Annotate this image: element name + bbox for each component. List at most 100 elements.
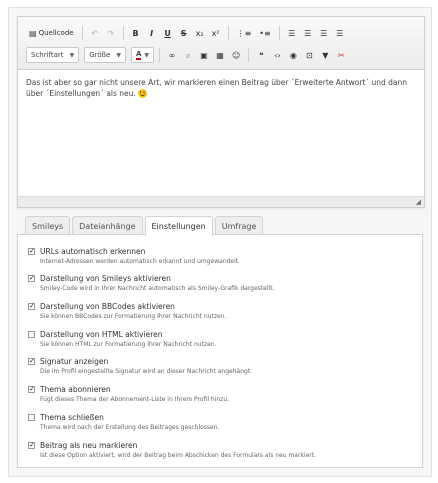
option-description: Die im Profil eingestellte Signatur wird… bbox=[40, 368, 253, 375]
option-label: Darstellung von Smileys aktivieren bbox=[40, 274, 171, 283]
image-icon: ▣ bbox=[200, 50, 208, 60]
option-description: Sie können HTML zur Formatierung Ihrer N… bbox=[40, 341, 217, 348]
tab-poll[interactable]: Umfrage bbox=[214, 216, 264, 235]
wysiwyg-editor: ▤ Quellcode ↶ ↷ B I U S x₂ x² ⋮≡ •≡ ☰ ☰ … bbox=[17, 16, 425, 208]
spoiler-icon: ⊡ bbox=[306, 50, 313, 60]
option-label: Beitrag als neu markieren bbox=[40, 441, 138, 450]
align-left-icon: ☰ bbox=[288, 28, 296, 38]
table-icon: ▦ bbox=[216, 50, 224, 60]
editor-content[interactable]: Das ist aber so gar nicht unsere Art, wi… bbox=[26, 77, 416, 99]
bold-button[interactable]: B bbox=[129, 24, 143, 42]
italic-icon: I bbox=[150, 28, 154, 38]
toolbar-separator bbox=[248, 48, 250, 62]
subscript-button[interactable]: x₂ bbox=[193, 24, 207, 42]
font-family-select[interactable]: Schriftart ▼ bbox=[26, 47, 80, 63]
align-center-button[interactable]: ☰ bbox=[301, 24, 315, 42]
parse-urls-checkbox[interactable] bbox=[28, 248, 35, 255]
editor-text: Das ist aber so gar nicht unsere Art, wi… bbox=[26, 78, 408, 98]
superscript-icon: x² bbox=[211, 28, 220, 38]
option-description: Internet-Adressen werden automatisch erk… bbox=[40, 258, 241, 265]
settings-panel: URLs automatisch erkennen Internet-Adres… bbox=[17, 234, 423, 468]
editor-toolbar: ▤ Quellcode ↶ ↷ B I U S x₂ x² ⋮≡ •≡ ☰ ☰ … bbox=[18, 17, 424, 70]
strikethrough-icon: S bbox=[180, 28, 187, 38]
remove-format-icon: ✂ bbox=[338, 50, 345, 60]
toolbar-separator bbox=[278, 26, 280, 40]
mark-as-new-checkbox[interactable] bbox=[28, 442, 35, 449]
toolbar-separator bbox=[81, 26, 83, 40]
message-form-panel: ▤ Quellcode ↶ ↷ B I U S x₂ x² ⋮≡ •≡ ☰ ☰ … bbox=[8, 7, 432, 477]
source-label: Quellcode bbox=[38, 29, 74, 37]
option-subscribe-thread: Thema abonnieren Fügt dieses Thema der A… bbox=[28, 385, 408, 404]
text-color-icon: A bbox=[135, 50, 142, 60]
toolbar-separator bbox=[227, 26, 229, 40]
option-close-thread: Thema schließen Thema wird nach der Erst… bbox=[28, 413, 408, 432]
option-description: Sie können BBCodes zur Formatierung Ihre… bbox=[40, 313, 227, 320]
code-icon: ‹› bbox=[274, 50, 281, 60]
spoiler-button[interactable]: ⊡ bbox=[302, 46, 316, 64]
align-right-button[interactable]: ☰ bbox=[317, 24, 331, 42]
chevron-down-icon: ▼ bbox=[144, 51, 150, 59]
smiley-button[interactable]: ☺ bbox=[229, 46, 243, 64]
unlink-button[interactable]: ⌀ bbox=[181, 46, 195, 64]
source-button[interactable]: ▤ Quellcode bbox=[26, 24, 77, 42]
image-button[interactable]: ▣ bbox=[197, 46, 211, 64]
enable-bbcodes-checkbox[interactable] bbox=[28, 303, 35, 310]
quote-button[interactable]: ❝ bbox=[254, 46, 268, 64]
redo-icon: ↷ bbox=[107, 28, 114, 38]
attachment-icon: ▼ bbox=[322, 50, 329, 60]
link-icon: ∞ bbox=[168, 50, 176, 60]
option-description: Smiley-Code wird in Ihrer Nachricht auto… bbox=[40, 285, 275, 292]
option-description: Thema wird nach der Erstellung des Beitr… bbox=[40, 424, 220, 431]
toolbar-row-1: ▤ Quellcode ↶ ↷ B I U S x₂ x² ⋮≡ •≡ ☰ ☰ … bbox=[26, 24, 347, 42]
option-mark-as-new: Beitrag als neu markieren Ist diese Opti… bbox=[28, 441, 408, 460]
tab-attachments[interactable]: Dateianhänge bbox=[72, 216, 143, 235]
undo-button[interactable]: ↶ bbox=[88, 24, 102, 42]
editor-statusbar: ◢ bbox=[18, 196, 424, 207]
numbered-list-button[interactable]: ⋮≡ bbox=[234, 24, 255, 42]
font-size-value: Größe bbox=[89, 51, 111, 59]
toolbar-separator bbox=[122, 26, 124, 40]
option-label: Thema schließen bbox=[40, 413, 104, 422]
toolbar-separator bbox=[159, 48, 161, 62]
link-button[interactable]: ∞ bbox=[165, 46, 179, 64]
option-enable-html: Darstellung von HTML aktivieren Sie könn… bbox=[28, 330, 408, 349]
align-left-button[interactable]: ☰ bbox=[285, 24, 299, 42]
tab-settings[interactable]: Einstellungen bbox=[144, 216, 213, 236]
option-description: Fügt dieses Thema der Abonnement-Liste i… bbox=[40, 396, 230, 403]
enable-smileys-checkbox[interactable] bbox=[28, 275, 35, 282]
option-label: URLs automatisch erkennen bbox=[40, 247, 146, 256]
quote-icon: ❝ bbox=[259, 50, 264, 60]
italic-button[interactable]: I bbox=[145, 24, 159, 42]
option-enable-smileys: Darstellung von Smileys aktivieren Smile… bbox=[28, 274, 408, 293]
bulleted-list-button[interactable]: •≡ bbox=[256, 24, 273, 42]
bold-icon: B bbox=[132, 28, 139, 38]
option-label: Signatur anzeigen bbox=[40, 357, 109, 366]
font-size-select[interactable]: Größe ▼ bbox=[84, 47, 126, 63]
strikethrough-button[interactable]: S bbox=[177, 24, 191, 42]
option-label: Darstellung von BBCodes aktivieren bbox=[40, 302, 175, 311]
enable-html-checkbox[interactable] bbox=[28, 331, 35, 338]
underline-button[interactable]: U bbox=[161, 24, 175, 42]
text-color-picker[interactable]: A ▼ bbox=[130, 47, 155, 63]
table-button[interactable]: ▦ bbox=[213, 46, 227, 64]
remove-format-button[interactable]: ✂ bbox=[334, 46, 348, 64]
source-icon: ▤ bbox=[29, 28, 37, 38]
close-thread-checkbox[interactable] bbox=[28, 414, 35, 421]
subscribe-thread-checkbox[interactable] bbox=[28, 386, 35, 393]
code-button[interactable]: ‹› bbox=[270, 46, 284, 64]
align-justify-button[interactable]: ☰ bbox=[333, 24, 347, 42]
subscript-icon: x₂ bbox=[195, 28, 204, 38]
media-button[interactable]: ◉ bbox=[286, 46, 300, 64]
editor-tabs: Smileys Dateianhänge Einstellungen Umfra… bbox=[25, 216, 264, 236]
align-justify-icon: ☰ bbox=[336, 28, 344, 38]
redo-button[interactable]: ↷ bbox=[104, 24, 118, 42]
align-right-icon: ☰ bbox=[320, 28, 328, 38]
option-description: Ist diese Option aktiviert, wird der Bei… bbox=[40, 452, 317, 459]
attachment-button[interactable]: ▼ bbox=[318, 46, 332, 64]
tab-smileys[interactable]: Smileys bbox=[25, 216, 71, 235]
superscript-button[interactable]: x² bbox=[209, 24, 223, 42]
option-show-signature: Signatur anzeigen Die im Profil eingeste… bbox=[28, 357, 408, 376]
show-signature-checkbox[interactable] bbox=[28, 358, 35, 365]
resize-handle-icon[interactable]: ◢ bbox=[416, 198, 421, 206]
smiley-icon: ☺ bbox=[232, 50, 241, 60]
